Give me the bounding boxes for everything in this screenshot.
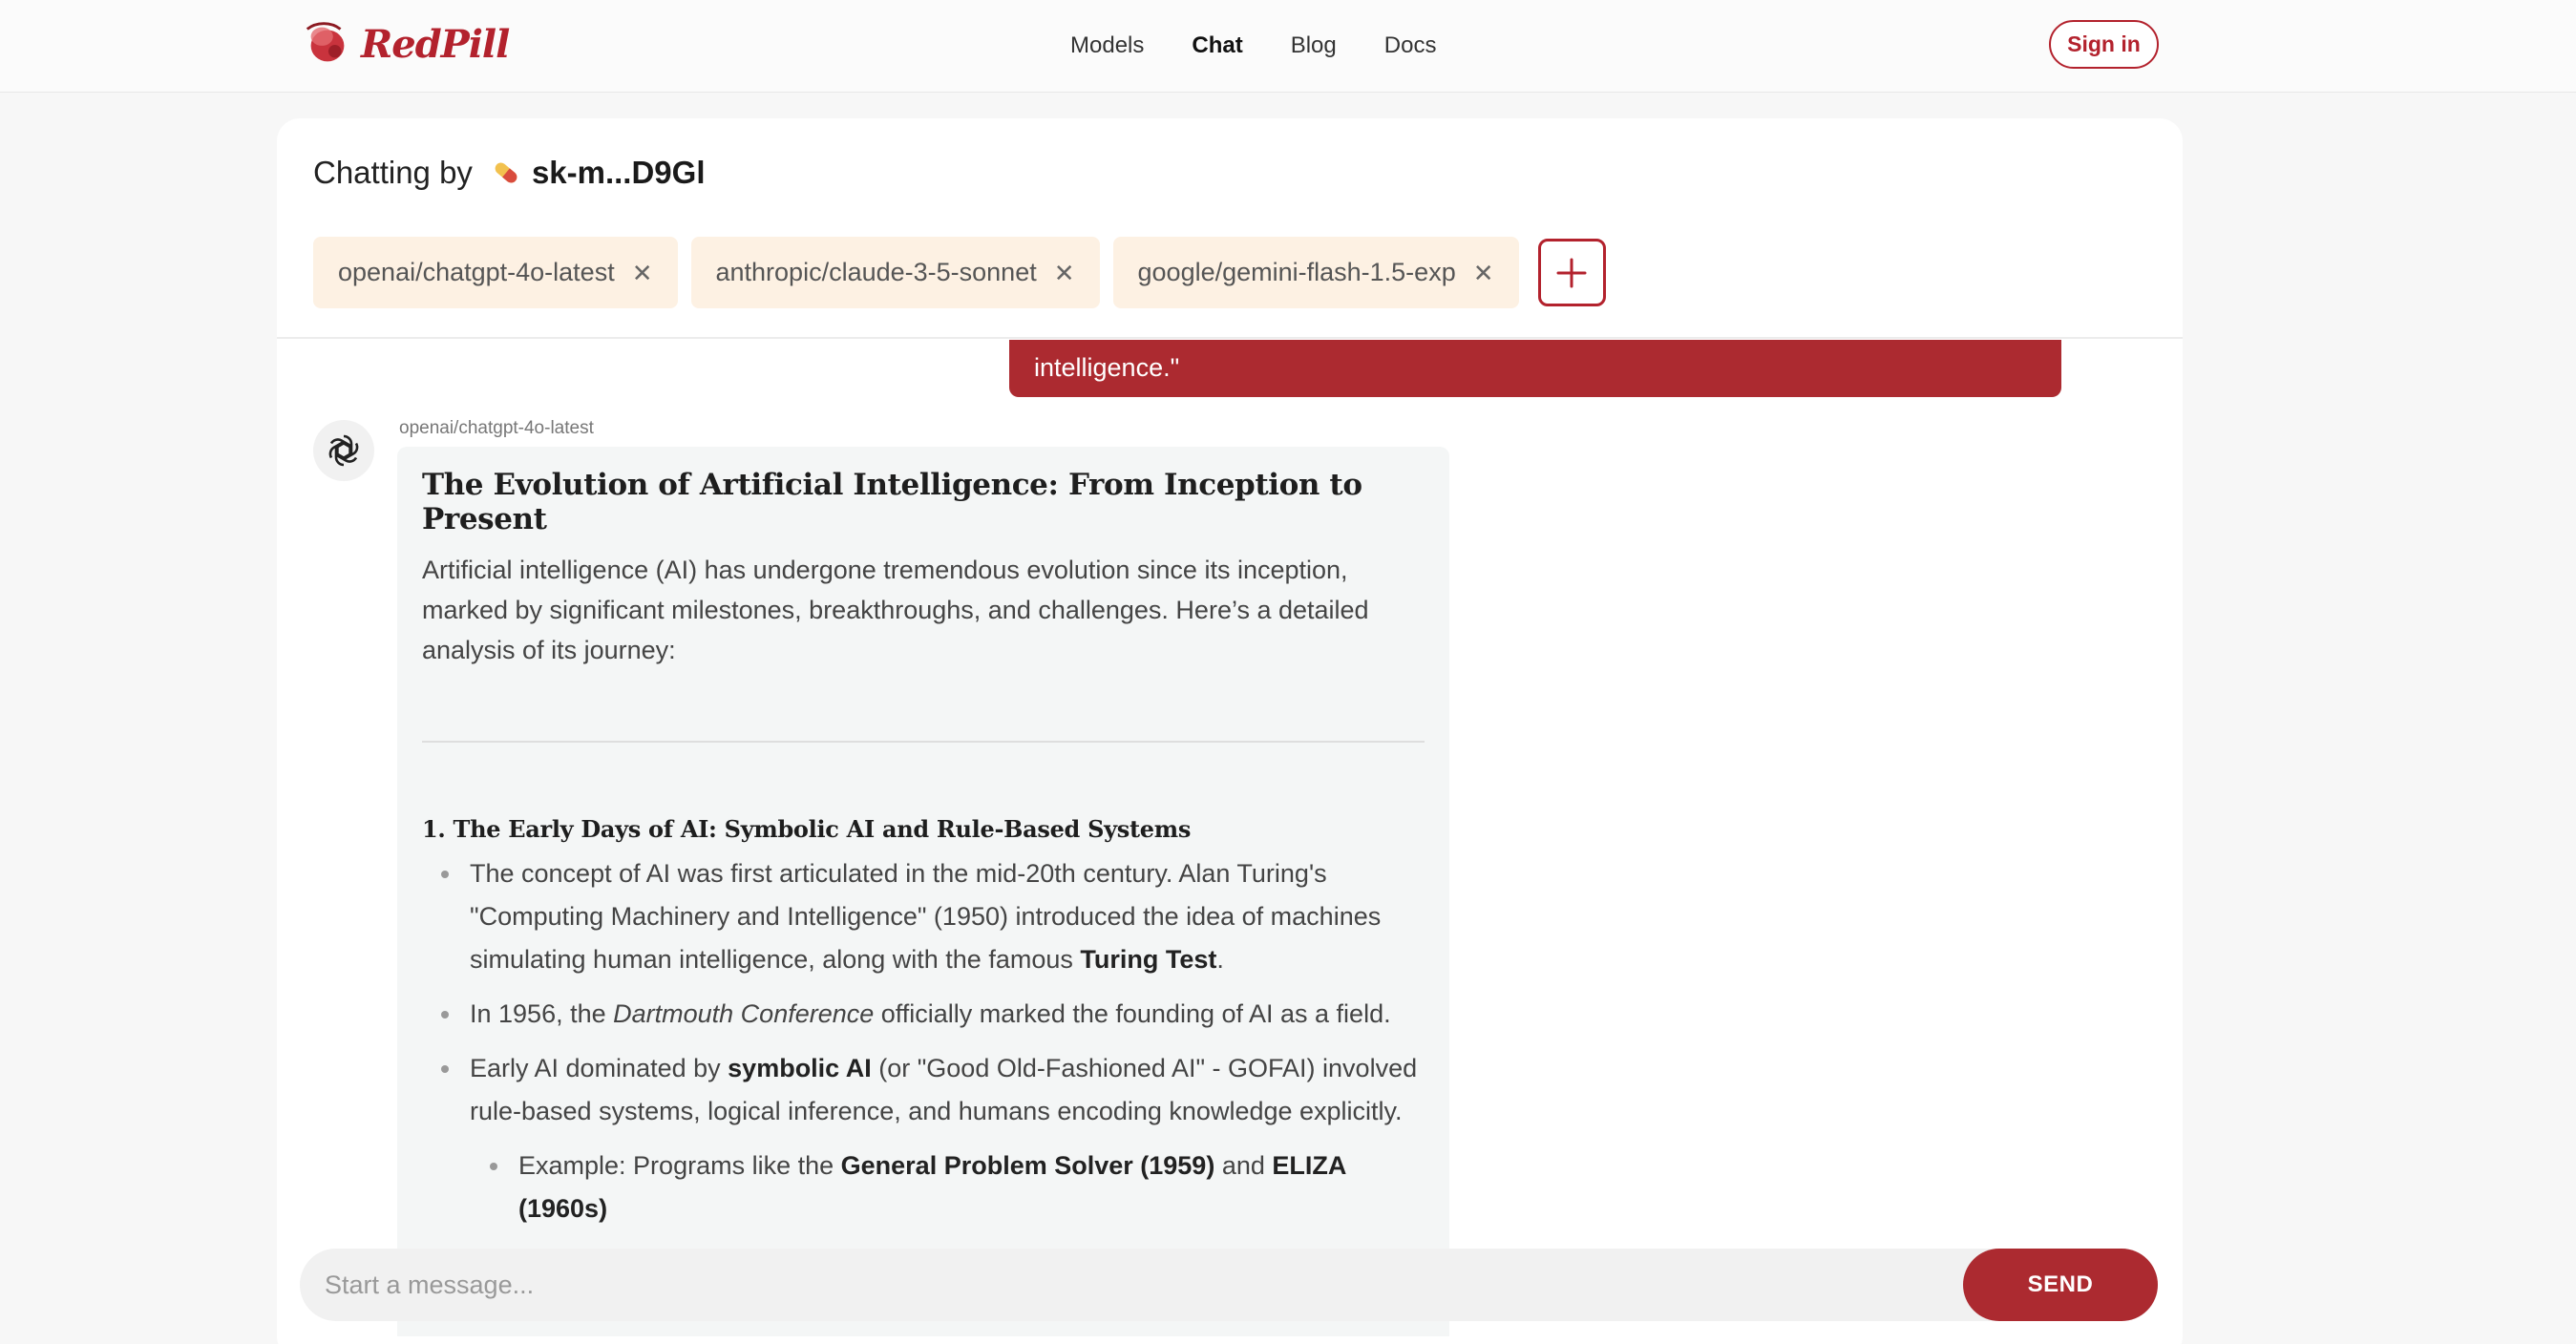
sub-list-item: Example: Programs like the General Probl…	[422, 1144, 1425, 1230]
assistant-model-label: openai/chatgpt-4o-latest	[399, 418, 594, 438]
brand-logo[interactable]: RedPill	[300, 15, 510, 73]
pill-icon	[495, 162, 517, 183]
nav-blog[interactable]: Blog	[1267, 29, 1361, 63]
assistant-avatar	[313, 420, 374, 481]
model-chip[interactable]: google/gemini-flash-1.5-exp ✕	[1112, 237, 1519, 308]
model-chip-label: anthropic/claude-3-5-sonnet	[715, 258, 1037, 286]
section-heading: 1. The Early Days of AI: Symbolic AI and…	[422, 815, 1192, 843]
nav-chat[interactable]: Chat	[1168, 29, 1266, 63]
sign-in-button[interactable]: Sign in	[2049, 20, 2159, 69]
brand-name: RedPill	[361, 21, 510, 67]
message-composer	[300, 1249, 2158, 1321]
message-list[interactable]: intelligence." openai/chatgpt-4o-latest	[277, 340, 2183, 1336]
main-nav: Models Chat Blog Docs	[1046, 29, 1460, 63]
chat-owner: Chatting by sk-m...D9Gl	[313, 155, 706, 191]
bold-text: Turing Test	[1080, 945, 1217, 974]
model-chip[interactable]: openai/chatgpt-4o-latest ✕	[313, 237, 678, 308]
list-item-text: .	[1216, 945, 1224, 974]
message-input[interactable]	[325, 1249, 1948, 1321]
model-selector: openai/chatgpt-4o-latest ✕ anthropic/cla…	[313, 237, 1606, 308]
italic-text: Dartmouth Conference	[613, 999, 875, 1028]
divider	[422, 741, 1425, 743]
openai-logo-icon	[328, 434, 359, 467]
nav-models[interactable]: Models	[1046, 29, 1168, 63]
list-item-text: and	[1214, 1151, 1273, 1180]
list-item-text: officially marked the founding of AI as …	[874, 999, 1391, 1028]
chat-card: Chatting by sk-m...D9Gl openai/chatgpt-4…	[277, 118, 2183, 1344]
list-item-text: The concept of AI was first articulated …	[470, 859, 1382, 974]
user-message-text: intelligence."	[1034, 353, 1180, 382]
model-chip-label: openai/chatgpt-4o-latest	[338, 258, 615, 286]
answer-title: The Evolution of Artificial Intelligence…	[422, 468, 1362, 536]
nav-docs[interactable]: Docs	[1361, 29, 1461, 63]
list-item: Early AI dominated by symbolic AI (or "G…	[422, 1047, 1425, 1133]
list-item-text: Example: Programs like the	[518, 1151, 841, 1180]
chat-header: Chatting by sk-m...D9Gl openai/chatgpt-4…	[277, 118, 2183, 339]
list-item: In 1956, the Dartmouth Conference offici…	[422, 993, 1425, 1036]
list-item: The concept of AI was first articulated …	[422, 852, 1425, 981]
close-icon[interactable]: ✕	[1473, 261, 1494, 285]
close-icon[interactable]: ✕	[632, 261, 653, 285]
redpill-logo-icon	[306, 22, 345, 62]
list-item-text: In 1956, the	[470, 999, 614, 1028]
send-button[interactable]: SEND	[1963, 1249, 2158, 1321]
list-item-text: Early AI dominated by	[470, 1054, 728, 1082]
answer-intro: Artificial intelligence (AI) has undergo…	[422, 556, 1369, 664]
add-model-button[interactable]	[1537, 239, 1606, 306]
api-key-name: sk-m...D9Gl	[531, 155, 706, 190]
model-chip[interactable]: anthropic/claude-3-5-sonnet ✕	[690, 237, 1100, 308]
user-message-bubble: intelligence."	[1009, 340, 2061, 397]
bold-text: General Problem Solver (1959)	[840, 1151, 1215, 1180]
assistant-answer: The Evolution of Artificial Intelligence…	[397, 447, 1449, 1336]
model-chip-label: google/gemini-flash-1.5-exp	[1137, 258, 1456, 286]
chatting-by-label: Chatting by	[313, 155, 473, 190]
top-navbar: RedPill Models Chat Blog Docs Sign in	[0, 0, 2576, 93]
close-icon[interactable]: ✕	[1054, 261, 1075, 285]
plus-icon	[1556, 258, 1587, 287]
bullet-list: The concept of AI was first articulated …	[422, 852, 1425, 1230]
bold-text: symbolic AI	[728, 1054, 872, 1082]
